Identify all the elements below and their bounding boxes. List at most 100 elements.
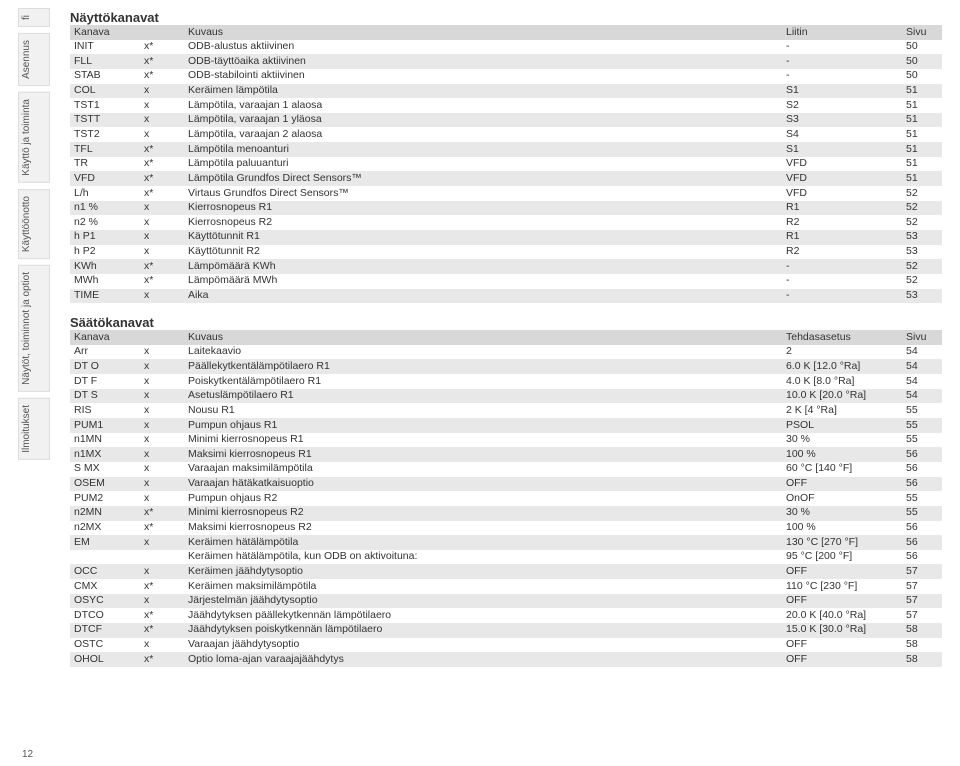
table-row: h P1xKäyttötunnit R1R153 (70, 230, 942, 245)
table2-cell: PUM2 (70, 491, 140, 506)
table2-cell: DT O (70, 359, 140, 374)
table1-cell: L/h (70, 186, 140, 201)
table2-cell: Laitekaavio (184, 345, 782, 360)
table2-cell: 55 (902, 506, 942, 521)
table1-cell: Lämpötila, varaajan 1 alaosa (184, 98, 782, 113)
table1-cell: 50 (902, 69, 942, 84)
table1-cell: TST2 (70, 127, 140, 142)
table2-cell: 56 (902, 521, 942, 536)
table1-cell: x* (140, 69, 184, 84)
page-number: 12 (22, 749, 33, 760)
table2-cell: x (140, 345, 184, 360)
side-tab-naytot: Näytöt, toiminnot ja optiot (18, 265, 50, 392)
table1-cell: KWh (70, 259, 140, 274)
table2-cell: OHOL (70, 652, 140, 667)
table2-cell: 55 (902, 491, 942, 506)
table-row: MWhx*Lämpömäärä MWh-52 (70, 274, 942, 289)
table-row: OHOLx*Optio loma-ajan varaajajäähdytysOF… (70, 652, 942, 667)
side-tab-kayttoonotto: Käyttöönotto (18, 189, 50, 259)
table2-cell: CMX (70, 579, 140, 594)
table1-cell: 53 (902, 245, 942, 260)
table2-cell: 55 (902, 433, 942, 448)
table-row: n1MNxMinimi kierrosnopeus R130 %55 (70, 433, 942, 448)
table2-cell: x* (140, 579, 184, 594)
table1-cell: Lämpömäärä MWh (184, 274, 782, 289)
table2-cell: Jäähdytyksen päällekytkennän lämpötilaer… (184, 608, 782, 623)
table1-cell: VFD (782, 157, 902, 172)
table1-cell: Käyttötunnit R2 (184, 245, 782, 260)
table2-cell: 54 (902, 389, 942, 404)
table2-cell: OSEM (70, 477, 140, 492)
table2-cell: Nousu R1 (184, 403, 782, 418)
table1-cell: x (140, 289, 184, 304)
table2-cell: x* (140, 506, 184, 521)
table2-cell: Keräimen jäähdytysoptio (184, 564, 782, 579)
table-row: VFDx*Lämpötila Grundfos Direct Sensors™V… (70, 171, 942, 186)
table1-cell: x (140, 127, 184, 142)
table1-cell: x* (140, 54, 184, 69)
table1-cell: Lämpötila paluuanturi (184, 157, 782, 172)
t2-h4: Tehdasasetus (782, 330, 902, 345)
table2-cell (70, 550, 140, 565)
table2-cell: 57 (902, 579, 942, 594)
table1-cell: COL (70, 84, 140, 99)
table2-cell: n2MX (70, 521, 140, 536)
table-row: TST2xLämpötila, varaajan 2 alaosaS451 (70, 127, 942, 142)
table-row: STABx*ODB-stabilointi aktiivinen-50 (70, 69, 942, 84)
side-tab-kaytto: Käyttö ja toiminta (18, 92, 50, 183)
table-row: n1MXxMaksimi kierrosnopeus R1100 %56 (70, 447, 942, 462)
t2-h3: Kuvaus (184, 330, 782, 345)
table1-cell: x* (140, 171, 184, 186)
table2-cell: Maksimi kierrosnopeus R2 (184, 521, 782, 536)
table1-cell: TFL (70, 142, 140, 157)
table-row: OSEMxVaraajan hätäkatkaisuoptioOFF56 (70, 477, 942, 492)
table1-cell: Lämpötila, varaajan 1 yläosa (184, 113, 782, 128)
table1-cell: x* (140, 186, 184, 201)
table1-cell: Lämpötila Grundfos Direct Sensors™ (184, 171, 782, 186)
table2-cell: x (140, 447, 184, 462)
table1-cell: x (140, 215, 184, 230)
table-row: TRx*Lämpötila paluuanturiVFD51 (70, 157, 942, 172)
table1-cell: - (782, 69, 902, 84)
table-row: n2 %xKierrosnopeus R2R252 (70, 215, 942, 230)
table1-cell: x* (140, 142, 184, 157)
table-row: DT FxPoiskytkentälämpötilaero R14.0 K [8… (70, 374, 942, 389)
table-row: h P2xKäyttötunnit R2R253 (70, 245, 942, 260)
table1-cell: - (782, 274, 902, 289)
table2-cell: DT S (70, 389, 140, 404)
sidebar: fi Asennus Käyttö ja toiminta Käyttöönot… (18, 8, 50, 728)
table2-cell: x* (140, 623, 184, 638)
table-row: DT SxAsetuslämpötilaero R110.0 K [20.0 °… (70, 389, 942, 404)
table2-cell (140, 550, 184, 565)
table2-cell: Keräimen hätälämpötila, kun ODB on aktiv… (184, 550, 782, 565)
table1-cell: Virtaus Grundfos Direct Sensors™ (184, 186, 782, 201)
table1-cell: VFD (782, 186, 902, 201)
table1-cell: - (782, 289, 902, 304)
table2-cell: Minimi kierrosnopeus R1 (184, 433, 782, 448)
table2-cell: 10.0 K [20.0 °Ra] (782, 389, 902, 404)
table1-cell: S4 (782, 127, 902, 142)
table2-cell: x (140, 491, 184, 506)
table1-cell: R1 (782, 201, 902, 216)
table2-cell: RIS (70, 403, 140, 418)
table1-cell: STAB (70, 69, 140, 84)
table2-cell: x* (140, 652, 184, 667)
table1-cell: VFD (70, 171, 140, 186)
table-row: DTCOx*Jäähdytyksen päällekytkennän lämpö… (70, 608, 942, 623)
table2-cell: DTCO (70, 608, 140, 623)
table-row: EMxKeräimen hätälämpötila130 °C [270 °F]… (70, 535, 942, 550)
table2-cell: x (140, 389, 184, 404)
table-row: CMXx*Keräimen maksimilämpötila110 °C [23… (70, 579, 942, 594)
table2-cell: 100 % (782, 521, 902, 536)
table1-cell: 51 (902, 171, 942, 186)
table2-cell: Maksimi kierrosnopeus R1 (184, 447, 782, 462)
table2-cell: 58 (902, 652, 942, 667)
table2-cell: EM (70, 535, 140, 550)
table1-cell: 51 (902, 113, 942, 128)
table1-cell: x (140, 113, 184, 128)
table2-cell: 4.0 K [8.0 °Ra] (782, 374, 902, 389)
table2-cell: OSYC (70, 594, 140, 609)
table2-cell: Keräimen maksimilämpötila (184, 579, 782, 594)
table1-cell: 52 (902, 215, 942, 230)
table1-cell: R2 (782, 215, 902, 230)
